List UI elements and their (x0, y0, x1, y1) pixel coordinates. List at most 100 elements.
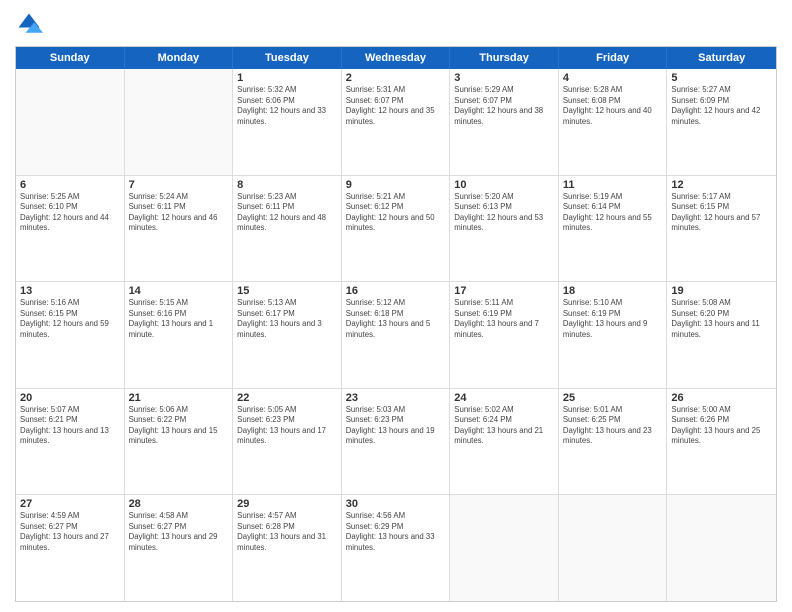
calendar-cell: 3Sunrise: 5:29 AMSunset: 6:07 PMDaylight… (450, 69, 559, 175)
day-number: 22 (237, 392, 337, 404)
calendar-cell: 22Sunrise: 5:05 AMSunset: 6:23 PMDayligh… (233, 389, 342, 495)
calendar-cell: 2Sunrise: 5:31 AMSunset: 6:07 PMDaylight… (342, 69, 451, 175)
day-number: 21 (129, 392, 229, 404)
day-number: 3 (454, 72, 554, 84)
day-info: Sunrise: 5:01 AMSunset: 6:25 PMDaylight:… (563, 405, 663, 447)
day-info: Sunrise: 5:05 AMSunset: 6:23 PMDaylight:… (237, 405, 337, 447)
calendar-row: 13Sunrise: 5:16 AMSunset: 6:15 PMDayligh… (16, 281, 776, 388)
calendar-cell: 21Sunrise: 5:06 AMSunset: 6:22 PMDayligh… (125, 389, 234, 495)
day-info: Sunrise: 5:17 AMSunset: 6:15 PMDaylight:… (671, 192, 772, 234)
calendar-cell: 7Sunrise: 5:24 AMSunset: 6:11 PMDaylight… (125, 176, 234, 282)
day-number: 16 (346, 285, 446, 297)
page: SundayMondayTuesdayWednesdayThursdayFrid… (0, 0, 792, 612)
day-number: 4 (563, 72, 663, 84)
calendar-cell (450, 495, 559, 601)
logo-icon (15, 10, 43, 38)
day-info: Sunrise: 5:00 AMSunset: 6:26 PMDaylight:… (671, 405, 772, 447)
calendar-cell: 24Sunrise: 5:02 AMSunset: 6:24 PMDayligh… (450, 389, 559, 495)
day-number: 29 (237, 498, 337, 510)
weekday-header: Friday (559, 47, 668, 69)
calendar-row: 6Sunrise: 5:25 AMSunset: 6:10 PMDaylight… (16, 175, 776, 282)
day-info: Sunrise: 5:32 AMSunset: 6:06 PMDaylight:… (237, 85, 337, 127)
day-number: 15 (237, 285, 337, 297)
day-info: Sunrise: 5:02 AMSunset: 6:24 PMDaylight:… (454, 405, 554, 447)
day-number: 18 (563, 285, 663, 297)
day-info: Sunrise: 5:20 AMSunset: 6:13 PMDaylight:… (454, 192, 554, 234)
calendar-cell: 13Sunrise: 5:16 AMSunset: 6:15 PMDayligh… (16, 282, 125, 388)
calendar-body: 1Sunrise: 5:32 AMSunset: 6:06 PMDaylight… (16, 69, 776, 601)
calendar: SundayMondayTuesdayWednesdayThursdayFrid… (15, 46, 777, 602)
day-number: 23 (346, 392, 446, 404)
day-number: 12 (671, 179, 772, 191)
calendar-cell: 19Sunrise: 5:08 AMSunset: 6:20 PMDayligh… (667, 282, 776, 388)
calendar-header: SundayMondayTuesdayWednesdayThursdayFrid… (16, 47, 776, 69)
day-info: Sunrise: 5:08 AMSunset: 6:20 PMDaylight:… (671, 298, 772, 340)
day-number: 11 (563, 179, 663, 191)
calendar-cell (667, 495, 776, 601)
day-number: 6 (20, 179, 120, 191)
weekday-header: Tuesday (233, 47, 342, 69)
calendar-cell: 17Sunrise: 5:11 AMSunset: 6:19 PMDayligh… (450, 282, 559, 388)
day-number: 14 (129, 285, 229, 297)
calendar-cell: 29Sunrise: 4:57 AMSunset: 6:28 PMDayligh… (233, 495, 342, 601)
day-info: Sunrise: 5:03 AMSunset: 6:23 PMDaylight:… (346, 405, 446, 447)
weekday-header: Monday (125, 47, 234, 69)
day-info: Sunrise: 5:19 AMSunset: 6:14 PMDaylight:… (563, 192, 663, 234)
day-info: Sunrise: 5:15 AMSunset: 6:16 PMDaylight:… (129, 298, 229, 340)
day-number: 17 (454, 285, 554, 297)
day-number: 20 (20, 392, 120, 404)
day-info: Sunrise: 5:06 AMSunset: 6:22 PMDaylight:… (129, 405, 229, 447)
weekday-header: Wednesday (342, 47, 451, 69)
calendar-cell: 23Sunrise: 5:03 AMSunset: 6:23 PMDayligh… (342, 389, 451, 495)
day-info: Sunrise: 5:10 AMSunset: 6:19 PMDaylight:… (563, 298, 663, 340)
day-number: 25 (563, 392, 663, 404)
day-info: Sunrise: 5:07 AMSunset: 6:21 PMDaylight:… (20, 405, 120, 447)
day-number: 2 (346, 72, 446, 84)
calendar-cell: 18Sunrise: 5:10 AMSunset: 6:19 PMDayligh… (559, 282, 668, 388)
day-info: Sunrise: 5:25 AMSunset: 6:10 PMDaylight:… (20, 192, 120, 234)
calendar-cell: 16Sunrise: 5:12 AMSunset: 6:18 PMDayligh… (342, 282, 451, 388)
calendar-cell: 27Sunrise: 4:59 AMSunset: 6:27 PMDayligh… (16, 495, 125, 601)
day-number: 13 (20, 285, 120, 297)
day-info: Sunrise: 4:59 AMSunset: 6:27 PMDaylight:… (20, 511, 120, 553)
day-info: Sunrise: 5:21 AMSunset: 6:12 PMDaylight:… (346, 192, 446, 234)
calendar-row: 27Sunrise: 4:59 AMSunset: 6:27 PMDayligh… (16, 494, 776, 601)
calendar-cell: 6Sunrise: 5:25 AMSunset: 6:10 PMDaylight… (16, 176, 125, 282)
day-number: 24 (454, 392, 554, 404)
day-number: 5 (671, 72, 772, 84)
calendar-cell: 30Sunrise: 4:56 AMSunset: 6:29 PMDayligh… (342, 495, 451, 601)
calendar-cell: 15Sunrise: 5:13 AMSunset: 6:17 PMDayligh… (233, 282, 342, 388)
day-number: 10 (454, 179, 554, 191)
day-number: 1 (237, 72, 337, 84)
day-number: 26 (671, 392, 772, 404)
calendar-row: 20Sunrise: 5:07 AMSunset: 6:21 PMDayligh… (16, 388, 776, 495)
weekday-header: Sunday (16, 47, 125, 69)
day-number: 19 (671, 285, 772, 297)
day-number: 9 (346, 179, 446, 191)
calendar-cell (559, 495, 668, 601)
calendar-cell: 28Sunrise: 4:58 AMSunset: 6:27 PMDayligh… (125, 495, 234, 601)
calendar-cell: 8Sunrise: 5:23 AMSunset: 6:11 PMDaylight… (233, 176, 342, 282)
day-info: Sunrise: 5:27 AMSunset: 6:09 PMDaylight:… (671, 85, 772, 127)
day-info: Sunrise: 5:24 AMSunset: 6:11 PMDaylight:… (129, 192, 229, 234)
day-number: 7 (129, 179, 229, 191)
calendar-row: 1Sunrise: 5:32 AMSunset: 6:06 PMDaylight… (16, 69, 776, 175)
calendar-cell (125, 69, 234, 175)
calendar-cell: 14Sunrise: 5:15 AMSunset: 6:16 PMDayligh… (125, 282, 234, 388)
day-info: Sunrise: 5:29 AMSunset: 6:07 PMDaylight:… (454, 85, 554, 127)
weekday-header: Thursday (450, 47, 559, 69)
calendar-cell: 10Sunrise: 5:20 AMSunset: 6:13 PMDayligh… (450, 176, 559, 282)
day-number: 30 (346, 498, 446, 510)
calendar-cell: 12Sunrise: 5:17 AMSunset: 6:15 PMDayligh… (667, 176, 776, 282)
day-info: Sunrise: 5:13 AMSunset: 6:17 PMDaylight:… (237, 298, 337, 340)
header (15, 10, 777, 38)
calendar-cell: 5Sunrise: 5:27 AMSunset: 6:09 PMDaylight… (667, 69, 776, 175)
day-info: Sunrise: 4:57 AMSunset: 6:28 PMDaylight:… (237, 511, 337, 553)
day-info: Sunrise: 5:23 AMSunset: 6:11 PMDaylight:… (237, 192, 337, 234)
day-info: Sunrise: 5:11 AMSunset: 6:19 PMDaylight:… (454, 298, 554, 340)
calendar-cell: 4Sunrise: 5:28 AMSunset: 6:08 PMDaylight… (559, 69, 668, 175)
day-info: Sunrise: 4:56 AMSunset: 6:29 PMDaylight:… (346, 511, 446, 553)
calendar-cell: 26Sunrise: 5:00 AMSunset: 6:26 PMDayligh… (667, 389, 776, 495)
day-number: 27 (20, 498, 120, 510)
calendar-cell: 1Sunrise: 5:32 AMSunset: 6:06 PMDaylight… (233, 69, 342, 175)
